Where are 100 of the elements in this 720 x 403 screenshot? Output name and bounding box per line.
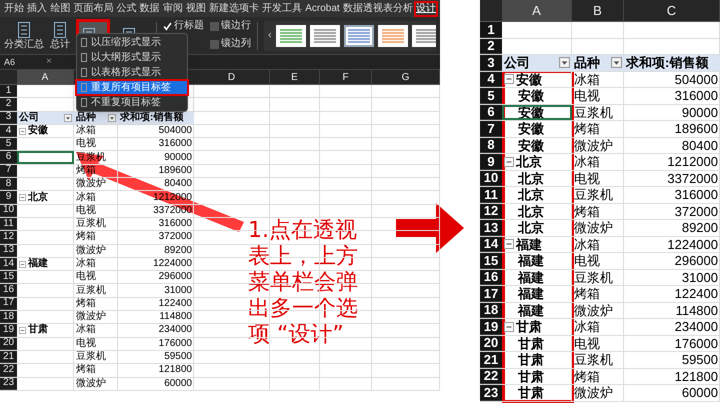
table-cell-text: 微波炉 — [75, 311, 107, 324]
table-cell-text: 122400 — [674, 286, 719, 302]
column-label: 品种 — [76, 112, 96, 123]
table-header-cell: 求和项:销售额 — [118, 112, 194, 124]
table-cell-text: 176000 — [674, 336, 719, 351]
table-cell-text: 121800 — [158, 364, 193, 377]
company-label: 安徽 — [517, 138, 544, 152]
table-cell-text: 微波炉 — [75, 378, 107, 390]
table-cell-text: 烤箱 — [75, 298, 97, 310]
table-cell-text: 电视 — [573, 88, 601, 104]
table-cell-text: 微波炉 — [75, 244, 107, 257]
company-label: 北京 — [28, 192, 48, 203]
column-label: 公司 — [19, 112, 39, 123]
company-label: 北京 — [516, 172, 544, 185]
table-header-cell: 求和项:销售额 — [624, 55, 720, 70]
table-cell-text: 90000 — [163, 151, 193, 164]
table-cell-text: 296000 — [158, 271, 193, 284]
company-label: 安徽 — [517, 89, 544, 102]
column-label: 公司 — [504, 56, 530, 70]
company-label: 福建 — [516, 287, 544, 300]
table-cell-text: 电视 — [75, 338, 96, 350]
table-cell-text: 微波炉 — [573, 138, 614, 153]
table-cell-text: 电视 — [75, 271, 97, 284]
table-cell-text: 89200 — [163, 244, 193, 257]
table-cell-text: 冰箱 — [573, 236, 601, 252]
company-label: 北京 — [516, 188, 544, 202]
table-cell-text: 豆浆机 — [573, 352, 614, 368]
table-cell-text: 60000 — [163, 378, 193, 390]
table-cell-text: 80400 — [680, 138, 719, 153]
table-cell-text: 微波炉 — [75, 178, 107, 190]
table-cell-text: 504000 — [158, 124, 193, 138]
table-cell-text: 60000 — [680, 385, 719, 400]
company-label: 北京 — [516, 155, 542, 168]
company-label: 甘肃 — [516, 320, 542, 334]
table-cell-text: 504000 — [674, 72, 719, 87]
table-cell-text: 烤箱 — [75, 231, 97, 244]
table-cell-text: 234000 — [158, 324, 193, 337]
table-cell-text: 豆浆机 — [573, 187, 614, 202]
table-cell-text: 微波炉 — [573, 385, 614, 400]
table-cell-text: 电视 — [573, 170, 601, 186]
table-cell-text: 豆浆机 — [75, 284, 107, 297]
table-cell-text: 90000 — [680, 104, 719, 120]
table-cell-text: 豆浆机 — [75, 350, 107, 364]
table-cell-text: 烤箱 — [75, 364, 97, 377]
company-label: 福建 — [516, 304, 544, 317]
table-cell-text: 电视 — [573, 253, 601, 268]
table-cell-text: 1224000 — [152, 258, 193, 270]
table-cell-text: 豆浆机 — [573, 104, 614, 120]
table-cell-text: 31000 — [680, 270, 719, 285]
table-cell-text: 1212000 — [666, 154, 719, 170]
table-cell-text: 烤箱 — [573, 286, 601, 302]
table-cell-text: 296000 — [674, 253, 719, 268]
company-label: 福建 — [28, 259, 48, 269]
company-label: 安徽 — [517, 122, 544, 136]
company-label: 福建 — [516, 254, 544, 268]
table-cell-text: 烤箱 — [573, 121, 601, 136]
table-cell-text: 80400 — [163, 178, 193, 190]
table-cell-text: 234000 — [674, 319, 719, 334]
table-cell-text: 电视 — [75, 138, 97, 150]
company-label: 甘肃 — [517, 370, 544, 383]
table-cell-text: 316000 — [158, 138, 193, 150]
table-cell-text: 3372000 — [666, 170, 719, 186]
company-label: 福建 — [516, 238, 542, 251]
table-cell-text: 电视 — [573, 336, 601, 351]
table-cell-text: 豆浆机 — [75, 218, 107, 230]
column-label: 品种 — [574, 56, 600, 70]
table-cell-text: 59500 — [680, 352, 719, 368]
table-cell-text: 电视 — [75, 204, 96, 217]
table-cell-text: 3372000 — [152, 204, 193, 217]
table-cell-text: 189600 — [158, 164, 193, 178]
table-cell-text: 316000 — [158, 218, 193, 230]
table-cell-text: 冰箱 — [75, 324, 97, 337]
company-label: 甘肃 — [517, 386, 544, 400]
table-cell-text: 烤箱 — [573, 204, 601, 219]
table-cell-text: 烤箱 — [573, 368, 601, 384]
table-cell-text: 176000 — [158, 338, 193, 350]
table-cell-text: 冰箱 — [573, 154, 601, 170]
table-cell-text: 121800 — [674, 368, 719, 384]
table-cell-text: 372000 — [674, 204, 719, 219]
table-cell-text: 冰箱 — [573, 72, 601, 87]
table-cell-text: 189600 — [674, 121, 719, 136]
table-cell-text: 1224000 — [666, 236, 719, 252]
table-cell-text: 59500 — [163, 350, 193, 364]
table-cell-text: 114800 — [158, 311, 193, 324]
table-cell-text: 114800 — [674, 302, 719, 318]
table-cell-text: 微波炉 — [573, 220, 614, 236]
table-cell-text: 冰箱 — [75, 258, 97, 270]
table-cell-text: 冰箱 — [75, 191, 97, 204]
table-cell-text: 微波炉 — [573, 302, 614, 318]
company-label: 福建 — [516, 270, 544, 284]
table-cell-text: 316000 — [674, 88, 719, 104]
table-cell-text: 31000 — [163, 284, 193, 297]
table-cell-text: 冰箱 — [573, 319, 601, 334]
table-cell-text: 122400 — [158, 298, 193, 310]
company-label: 安徽 — [516, 72, 542, 86]
table-cell-text: 豆浆机 — [573, 270, 614, 285]
table-cell-text: 372000 — [158, 231, 193, 244]
company-label: 北京 — [516, 204, 544, 218]
company-label: 北京 — [516, 221, 544, 234]
table-cell-text: 冰箱 — [75, 124, 97, 138]
